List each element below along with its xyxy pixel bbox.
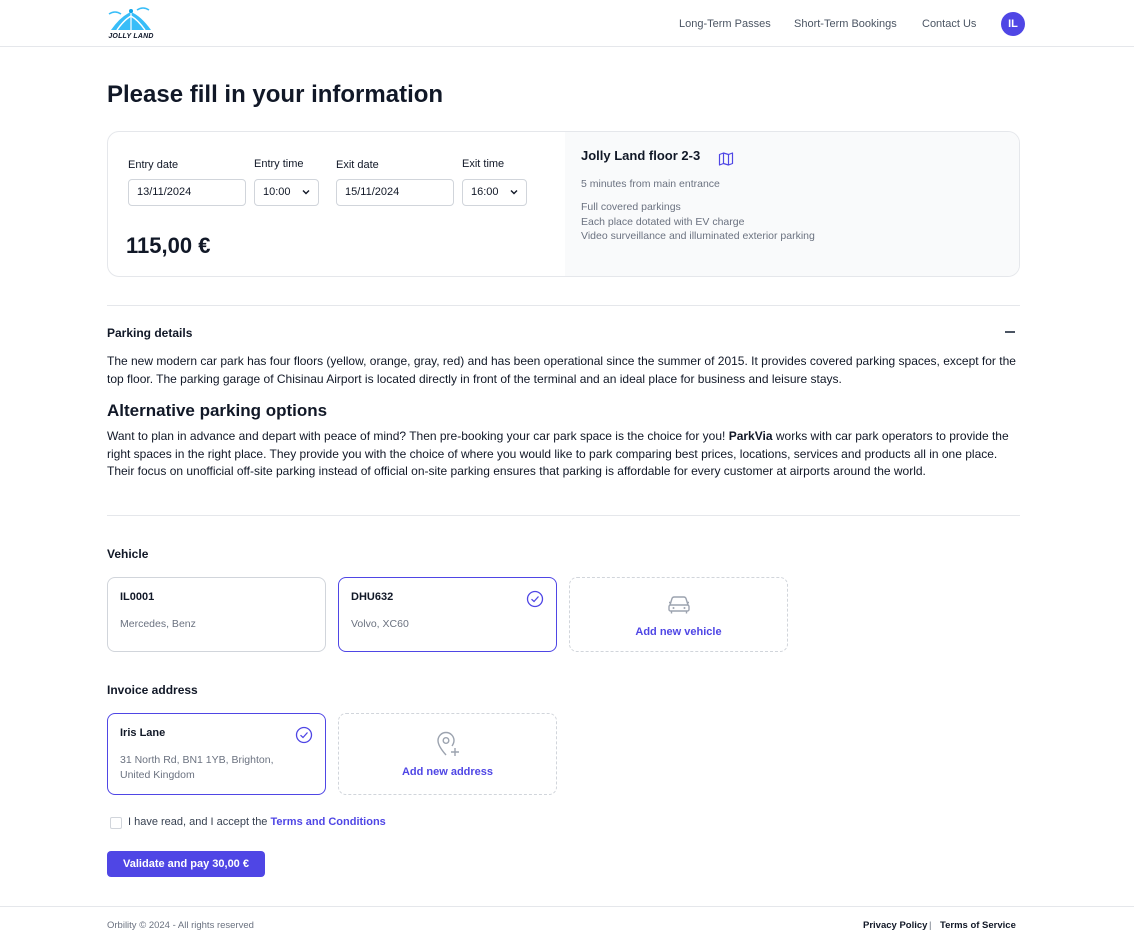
entry-date-input[interactable]: 13/11/2024	[128, 179, 246, 206]
validate-pay-button[interactable]: Validate and pay 30,00 €	[107, 851, 265, 877]
invoice-section-title: Invoice address	[107, 683, 198, 697]
alternative-parking-text: Want to plan in advance and depart with …	[107, 428, 1020, 481]
nav-contact-us[interactable]: Contact Us	[922, 18, 976, 30]
total-price: 115,00 €	[126, 233, 211, 258]
entry-date-value: 13/11/2024	[137, 186, 192, 198]
user-avatar[interactable]: IL	[1001, 12, 1025, 36]
add-address-button[interactable]: Add new address	[338, 713, 557, 795]
vehicle-model: Volvo, XC60	[351, 618, 409, 630]
map-pin-plus-icon	[437, 731, 459, 756]
exit-date-input[interactable]: 15/11/2024	[336, 179, 454, 206]
map-icon[interactable]	[718, 151, 734, 167]
parking-details-text: The new modern car park has four floors …	[107, 354, 1016, 386]
alternative-parking-title: Alternative parking options	[107, 401, 328, 420]
terms-label: I have read, and I accept the	[128, 816, 271, 828]
check-circle-icon	[295, 726, 313, 744]
vehicle-card[interactable]: IL0001 Mercedes, Benz	[107, 577, 326, 652]
chevron-down-icon	[510, 190, 518, 195]
vehicle-plate: IL0001	[120, 591, 155, 603]
circus-tent-icon	[108, 7, 151, 31]
footer-separator: |	[929, 920, 932, 931]
exit-date-value: 15/11/2024	[345, 186, 400, 198]
entry-time-label: Entry time	[254, 158, 304, 170]
exit-time-label: Exit time	[462, 158, 505, 170]
booking-summary-card: Entry date 13/11/2024 Entry time 10:00 E…	[107, 131, 1020, 277]
divider	[107, 305, 1020, 306]
location-distance: 5 minutes from main entrance	[581, 178, 720, 190]
exit-time-select[interactable]: 16:00	[462, 179, 527, 206]
terms-link[interactable]: Terms and Conditions	[270, 816, 385, 828]
exit-date-label: Exit date	[336, 159, 379, 171]
top-navigation-bar: JOLLY LAND Long-Term Passes Short-Term B…	[0, 0, 1134, 47]
footer-divider	[0, 906, 1134, 907]
address-card-selected[interactable]: Iris Lane 31 North Rd, BN1 1YB, Brighton…	[107, 713, 326, 795]
logo-text: JOLLY LAND	[108, 33, 154, 40]
footer-copyright: Orbility © 2024 - All rights reserved	[107, 920, 254, 931]
nav-short-term-bookings[interactable]: Short-Term Bookings	[794, 18, 897, 30]
page-title: Please fill in your information	[107, 81, 444, 108]
exit-time-value: 16:00	[471, 186, 499, 198]
location-title: Jolly Land floor 2-3	[581, 148, 701, 163]
entry-time-value: 10:00	[263, 186, 291, 198]
vehicle-plate: DHU632	[351, 591, 394, 603]
parkvia-brand: ParkVia	[728, 429, 773, 443]
vehicle-card-selected[interactable]: DHU632 Volvo, XC60	[338, 577, 557, 652]
terms-text: I have read, and I accept the Terms and …	[128, 816, 386, 828]
collapse-icon[interactable]	[1005, 331, 1015, 333]
alternative-text-part: Want to plan in advance and depart with …	[107, 429, 729, 443]
check-circle-icon	[526, 590, 544, 608]
location-feature: Full covered parkings	[581, 201, 681, 213]
footer-tos-link[interactable]: Terms of Service	[940, 920, 1016, 931]
parking-location-panel: Jolly Land floor 2-3 5 minutes from main…	[565, 132, 1019, 276]
add-vehicle-button[interactable]: Add new vehicle	[569, 577, 788, 652]
footer-privacy-link[interactable]: Privacy Policy	[863, 920, 927, 931]
add-address-label: Add new address	[401, 766, 494, 778]
jolly-land-logo[interactable]: JOLLY LAND	[107, 6, 155, 42]
car-icon	[668, 596, 690, 614]
address-text: 31 North Rd, BN1 1YB, Brighton, United K…	[120, 754, 274, 781]
address-name: Iris Lane	[120, 727, 166, 739]
location-feature: Each place dotated with EV charge	[581, 216, 745, 228]
entry-date-label: Entry date	[128, 159, 179, 171]
entry-time-select[interactable]: 10:00	[254, 179, 319, 206]
location-feature: Video surveillance and illuminated exter…	[581, 230, 815, 242]
nav-long-term-passes[interactable]: Long-Term Passes	[679, 18, 771, 30]
add-vehicle-label: Add new vehicle	[635, 626, 722, 638]
terms-checkbox[interactable]	[110, 817, 122, 829]
vehicle-model: Mercedes, Benz	[120, 618, 196, 630]
divider	[107, 515, 1020, 516]
chevron-down-icon	[302, 190, 310, 195]
parking-details-title[interactable]: Parking details	[107, 326, 192, 340]
vehicle-section-title: Vehicle	[107, 547, 149, 561]
